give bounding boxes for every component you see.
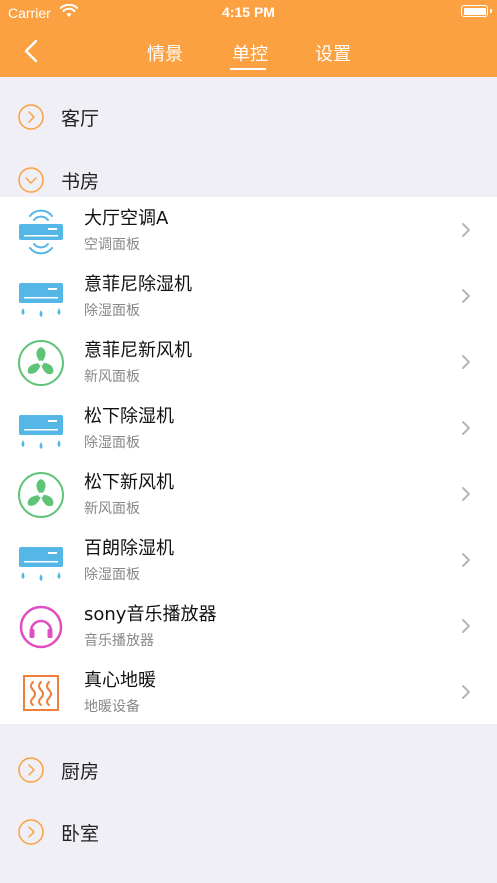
device-row[interactable]: 大厅空调A 空调面板 (0, 197, 497, 263)
chevron-right-icon (462, 289, 470, 303)
group-label: 卧室 (61, 823, 100, 845)
fan-icon (18, 340, 64, 386)
chevron-right-icon (462, 685, 470, 699)
device-name: 大厅空调A (84, 208, 169, 229)
device-type: 除湿面板 (84, 567, 140, 583)
device-name: 松下除湿机 (84, 406, 174, 427)
status-time: 4:15 PM (222, 4, 275, 20)
chevron-right-icon (462, 487, 470, 501)
device-row[interactable]: 意菲尼新风机 新风面板 (0, 329, 497, 395)
tab-bar: 情景 单控 设置 (0, 38, 497, 72)
group-label: 客厅 (61, 108, 100, 130)
device-name: 松下新风机 (84, 472, 174, 493)
device-name: 意菲尼除湿机 (84, 274, 192, 295)
device-type: 空调面板 (84, 237, 140, 253)
device-type: 地暖设备 (84, 699, 140, 715)
device-name: sony音乐播放器 (84, 604, 217, 625)
chevron-right-icon (462, 553, 470, 567)
device-name: 真心地暖 (84, 670, 156, 691)
battery-icon (461, 5, 492, 17)
air-conditioner-icon (19, 209, 63, 255)
dehumidifier-icon (19, 415, 63, 449)
device-type: 新风面板 (84, 501, 140, 517)
fan-icon (18, 472, 64, 518)
nav-header: Carrier 4:15 PM 情景 单控 设置 (0, 0, 497, 77)
active-tab-indicator (230, 68, 266, 70)
chevron-right-icon (462, 223, 470, 237)
chevron-right-icon (462, 355, 470, 369)
group-label: 书房 (61, 171, 100, 193)
device-name: 意菲尼新风机 (84, 340, 192, 361)
status-bar: Carrier 4:15 PM (0, 0, 497, 26)
device-row[interactable]: 松下新风机 新风面板 (0, 461, 497, 527)
chevron-right-circle-icon (18, 819, 44, 845)
device-type: 除湿面板 (84, 435, 140, 451)
floor-heating-icon (23, 675, 59, 711)
group-row-study[interactable]: 书房 (0, 160, 497, 200)
chevron-right-circle-icon (18, 104, 44, 130)
dehumidifier-icon (19, 547, 63, 581)
tab-scenes[interactable]: 情景 (147, 40, 183, 66)
device-row[interactable]: 意菲尼除湿机 除湿面板 (0, 263, 497, 329)
device-type: 新风面板 (84, 369, 140, 385)
headphones-icon (19, 605, 63, 649)
group-row-kitchen[interactable]: 厨房 (0, 750, 497, 790)
device-name: 百朗除湿机 (84, 538, 174, 559)
chevron-down-circle-icon (18, 167, 44, 193)
group-row-bedroom[interactable]: 卧室 (0, 812, 497, 852)
dehumidifier-icon (19, 283, 63, 317)
group-label: 厨房 (61, 761, 100, 783)
device-row[interactable]: 松下除湿机 除湿面板 (0, 395, 497, 461)
chevron-right-circle-icon (18, 757, 44, 783)
chevron-right-icon (462, 619, 470, 633)
chevron-right-icon (462, 421, 470, 435)
device-list: 大厅空调A 空调面板 意菲尼除湿机 除湿面板 意菲尼新风机 新风面板 松下除湿机… (0, 197, 497, 724)
tab-single-control[interactable]: 单控 (232, 40, 268, 66)
device-row[interactable]: 百朗除湿机 除湿面板 (0, 527, 497, 593)
group-row-living-room[interactable]: 客厅 (0, 97, 497, 137)
device-type: 音乐播放器 (84, 633, 154, 649)
device-row[interactable]: sony音乐播放器 音乐播放器 (0, 593, 497, 659)
device-type: 除湿面板 (84, 303, 140, 319)
tab-settings[interactable]: 设置 (315, 40, 351, 66)
device-row[interactable]: 真心地暖 地暖设备 (0, 659, 497, 725)
